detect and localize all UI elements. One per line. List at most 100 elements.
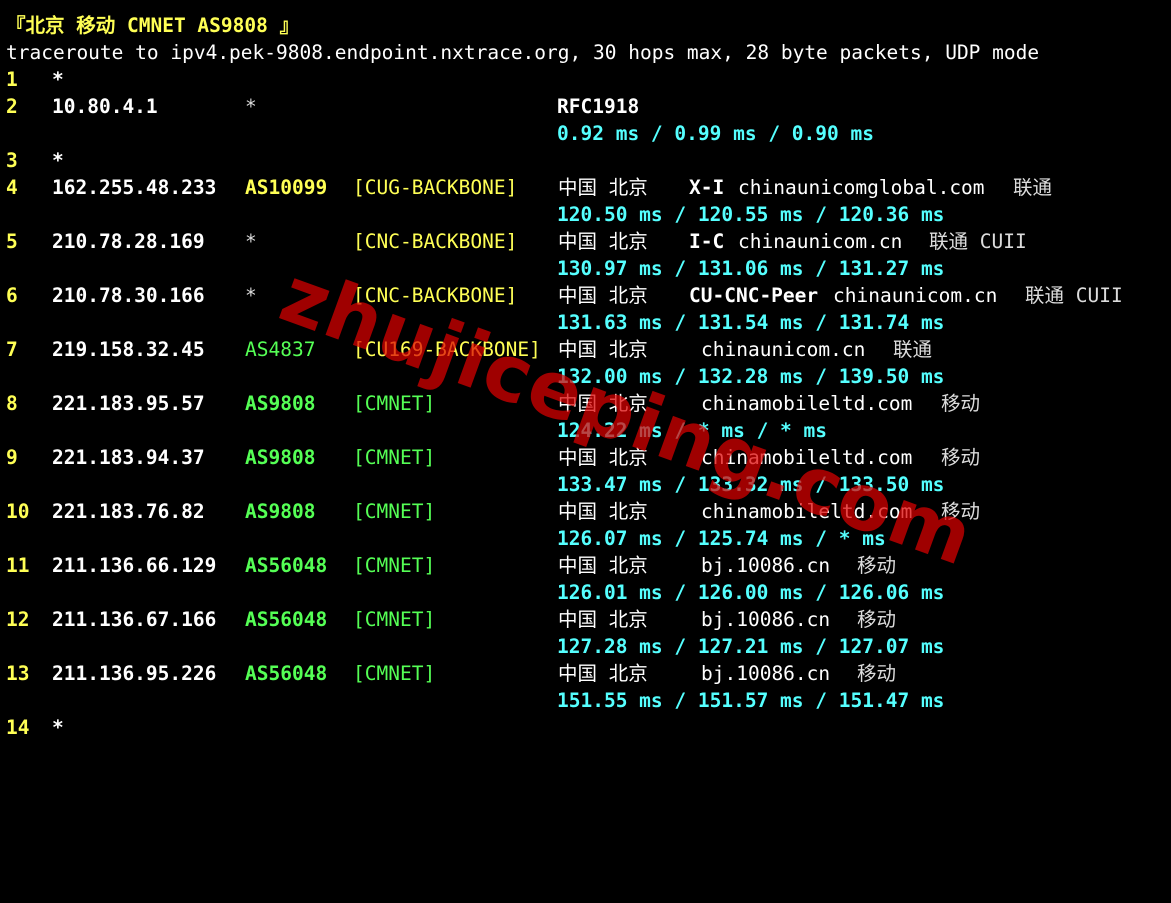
hop-isp: 联通 (893, 338, 933, 361)
hop-router-label: I-C (689, 230, 725, 253)
hop-isp: 联通 CUII (929, 230, 1027, 253)
hop-ip: 210.78.30.166 (52, 284, 205, 307)
hop-rtt-row: 0.92 ms / 0.99 ms / 0.90 ms (0, 120, 874, 147)
hop-backbone-tag: [CMNET] (353, 554, 436, 577)
hop-row: 11 211.136.66.129 AS56048 [CMNET] 中国 北京 … (0, 552, 896, 579)
hop-geo: 中国 北京 (558, 284, 648, 307)
hop-hostname: bj.10086.cn (701, 554, 831, 577)
hop-rtt-row: 151.55 ms / 151.57 ms / 151.47 ms (0, 687, 944, 714)
hop-number: 7 (6, 338, 18, 361)
hop-rtt: 0.92 ms / 0.99 ms / 0.90 ms (557, 122, 874, 145)
hop-rtt: 130.97 ms / 131.06 ms / 131.27 ms (557, 257, 945, 280)
hop-rtt-row: 126.01 ms / 126.00 ms / 126.06 ms (0, 579, 944, 606)
hop-number: 6 (6, 284, 18, 307)
hop-row: 13 211.136.95.226 AS56048 [CMNET] 中国 北京 … (0, 660, 896, 687)
hop-rtt-row: 133.47 ms / 133.32 ms / 133.50 ms (0, 471, 944, 498)
hop-ip: 221.183.94.37 (52, 446, 205, 469)
hop-ip: 219.158.32.45 (52, 338, 205, 361)
hop-rtt: 131.63 ms / 131.54 ms / 131.74 ms (557, 311, 945, 334)
hop-rtt: 120.50 ms / 120.55 ms / 120.36 ms (557, 203, 945, 226)
hop-hostname: chinamobileltd.com (701, 392, 913, 415)
hop-asn: * (245, 95, 257, 118)
hop-asn: * (245, 284, 257, 307)
traceroute-command: traceroute to ipv4.pek-9808.endpoint.nxt… (6, 41, 1040, 64)
hop-backbone-tag: [CMNET] (353, 392, 436, 415)
hop-number: 14 (6, 716, 30, 739)
hop-hostname: chinaunicom.cn (701, 338, 866, 361)
hop-geo: 中国 北京 (558, 662, 648, 685)
hop-row: 3 * (0, 147, 64, 174)
hop-router-label: CU-CNC-Peer (689, 284, 819, 307)
hop-row: 10 221.183.76.82 AS9808 [CMNET] 中国 北京 ch… (0, 498, 980, 525)
hop-router-label: X-I (689, 176, 725, 199)
hop-isp: 移动 (857, 662, 897, 685)
route-title: 『北京 移动 CMNET AS9808 』 (6, 14, 300, 37)
hop-rtt: 151.55 ms / 151.57 ms / 151.47 ms (557, 689, 945, 712)
hop-geo: RFC1918 (557, 95, 640, 118)
hop-hostname: chinamobileltd.com (701, 500, 913, 523)
hop-isp: 移动 (857, 554, 897, 577)
hop-hostname: bj.10086.cn (701, 608, 831, 631)
hop-geo: 中国 北京 (558, 446, 648, 469)
hop-asn: AS9808 (245, 446, 316, 469)
hop-backbone-tag: [CMNET] (353, 662, 436, 685)
hop-asn: * (245, 230, 257, 253)
hop-ip: 162.255.48.233 (52, 176, 217, 199)
hop-number: 1 (6, 68, 18, 91)
hop-rtt-row: 127.28 ms / 127.21 ms / 127.07 ms (0, 633, 944, 660)
hop-backbone-tag: [CUG-BACKBONE] (353, 176, 518, 199)
hop-ip: * (52, 68, 64, 91)
hop-asn: AS9808 (245, 500, 316, 523)
hop-ip: 210.78.28.169 (52, 230, 205, 253)
hop-number: 8 (6, 392, 18, 415)
hop-asn: AS56048 (245, 608, 328, 631)
hop-ip: 211.136.66.129 (52, 554, 217, 577)
hop-hostname: bj.10086.cn (701, 662, 831, 685)
hop-ip: * (52, 716, 64, 739)
hop-rtt-row: 126.07 ms / 125.74 ms / * ms (0, 525, 886, 552)
hop-number: 3 (6, 149, 18, 172)
hop-backbone-tag: [CMNET] (353, 608, 436, 631)
hop-rtt-row: 132.00 ms / 132.28 ms / 139.50 ms (0, 363, 944, 390)
hop-rtt: 124.22 ms / * ms / * ms (557, 419, 828, 442)
hop-row: 7 219.158.32.45 AS4837 [CU169-BACKBONE] … (0, 336, 932, 363)
hop-rtt-row: 131.63 ms / 131.54 ms / 131.74 ms (0, 309, 944, 336)
hop-asn: AS56048 (245, 554, 328, 577)
hop-geo: 中国 北京 (558, 608, 648, 631)
hop-hostname: chinaunicomglobal.com (738, 176, 985, 199)
hop-rtt: 126.07 ms / 125.74 ms / * ms (557, 527, 886, 550)
hop-backbone-tag: [CNC-BACKBONE] (353, 230, 518, 253)
hop-isp: 移动 (941, 392, 981, 415)
hop-number: 9 (6, 446, 18, 469)
hop-isp: 移动 (941, 446, 981, 469)
hop-asn: AS4837 (245, 338, 316, 361)
hop-number: 4 (6, 176, 18, 199)
hop-row: 4 162.255.48.233 AS10099 [CUG-BACKBONE] … (0, 174, 1052, 201)
hop-isp: 移动 (857, 608, 897, 631)
hop-row: 1 * (0, 66, 64, 93)
hop-ip: 221.183.95.57 (52, 392, 205, 415)
hop-row: 12 211.136.67.166 AS56048 [CMNET] 中国 北京 … (0, 606, 896, 633)
hop-rtt: 133.47 ms / 133.32 ms / 133.50 ms (557, 473, 945, 496)
hop-number: 2 (6, 95, 18, 118)
hop-isp: 移动 (941, 500, 981, 523)
hop-backbone-tag: [CMNET] (353, 446, 436, 469)
hop-number: 11 (6, 554, 30, 577)
hop-hostname: chinaunicom.cn (833, 284, 998, 307)
hop-isp: 联通 (1013, 176, 1053, 199)
hop-geo: 中国 北京 (558, 554, 648, 577)
hop-rtt: 132.00 ms / 132.28 ms / 139.50 ms (557, 365, 945, 388)
hop-row: 8 221.183.95.57 AS9808 [CMNET] 中国 北京 chi… (0, 390, 980, 417)
hop-backbone-tag: [CU169-BACKBONE] (353, 338, 541, 361)
hop-ip: 10.80.4.1 (52, 95, 158, 118)
hop-ip: 211.136.67.166 (52, 608, 217, 631)
hop-backbone-tag: [CNC-BACKBONE] (353, 284, 518, 307)
hop-isp: 联通 CUII (1025, 284, 1123, 307)
hop-geo: 中国 北京 (558, 392, 648, 415)
terminal-window[interactable]: 『北京 移动 CMNET AS9808 』 traceroute to ipv4… (0, 0, 1171, 746)
hop-number: 5 (6, 230, 18, 253)
hop-hostname: chinaunicom.cn (738, 230, 903, 253)
hop-number: 13 (6, 662, 30, 685)
hop-geo: 中国 北京 (558, 500, 648, 523)
hop-rtt: 126.01 ms / 126.00 ms / 126.06 ms (557, 581, 945, 604)
